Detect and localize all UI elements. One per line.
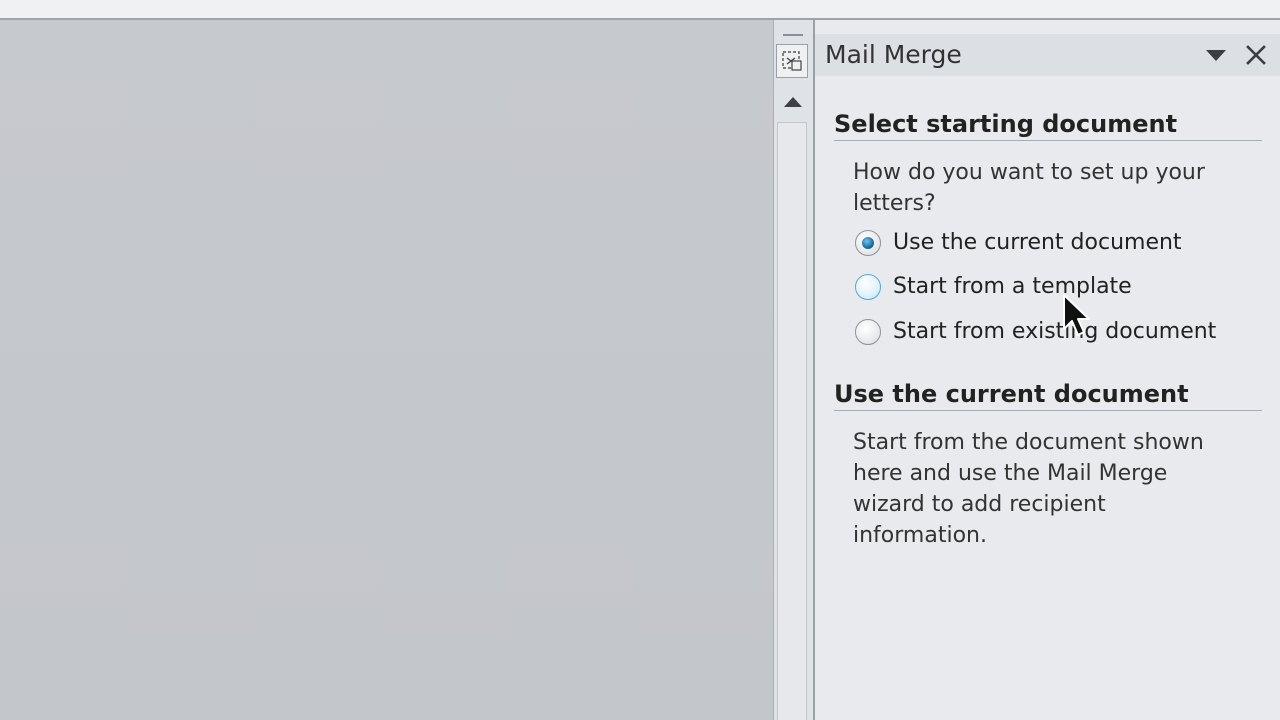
radio-label: Start from a template: [893, 274, 1132, 299]
option-description: Start from the document shown here and u…: [853, 430, 1204, 548]
ribbon-bottom-edge: [0, 0, 1280, 20]
setup-question: How do you want to set up your letters?: [853, 160, 1205, 216]
task-pane-title: Mail Merge: [825, 40, 962, 69]
select-starting-document-heading: Select starting document: [834, 110, 1178, 138]
scroll-up-arrow-icon[interactable]: [780, 92, 806, 112]
scroll-track[interactable]: [777, 122, 807, 720]
radio-label: Start from existing document: [893, 319, 1217, 344]
radio-start-from-existing-document[interactable]: Start from existing document: [855, 316, 1216, 348]
close-icon[interactable]: [1243, 42, 1269, 68]
radio-button[interactable]: [855, 274, 881, 300]
section-divider: [834, 140, 1262, 141]
use-current-document-heading: Use the current document: [834, 380, 1189, 408]
document-area[interactable]: [0, 20, 773, 720]
view-ruler-button[interactable]: [776, 44, 808, 78]
radio-label: Use the current document: [893, 230, 1182, 255]
radio-button-checked[interactable]: [855, 230, 881, 256]
mail-merge-task-pane: Mail Merge Select starting document How …: [813, 20, 1280, 720]
vertical-scrollbar[interactable]: [773, 20, 813, 720]
chevron-down-icon[interactable]: [1203, 42, 1229, 68]
section-divider: [834, 410, 1262, 411]
ruler-toggle-icon: [782, 51, 802, 71]
radio-start-from-template[interactable]: Start from a template: [855, 271, 1132, 303]
radio-use-current-document[interactable]: Use the current document: [855, 227, 1182, 259]
task-pane-header: Mail Merge: [815, 34, 1280, 76]
split-grip[interactable]: [783, 34, 803, 36]
radio-button[interactable]: [855, 319, 881, 345]
